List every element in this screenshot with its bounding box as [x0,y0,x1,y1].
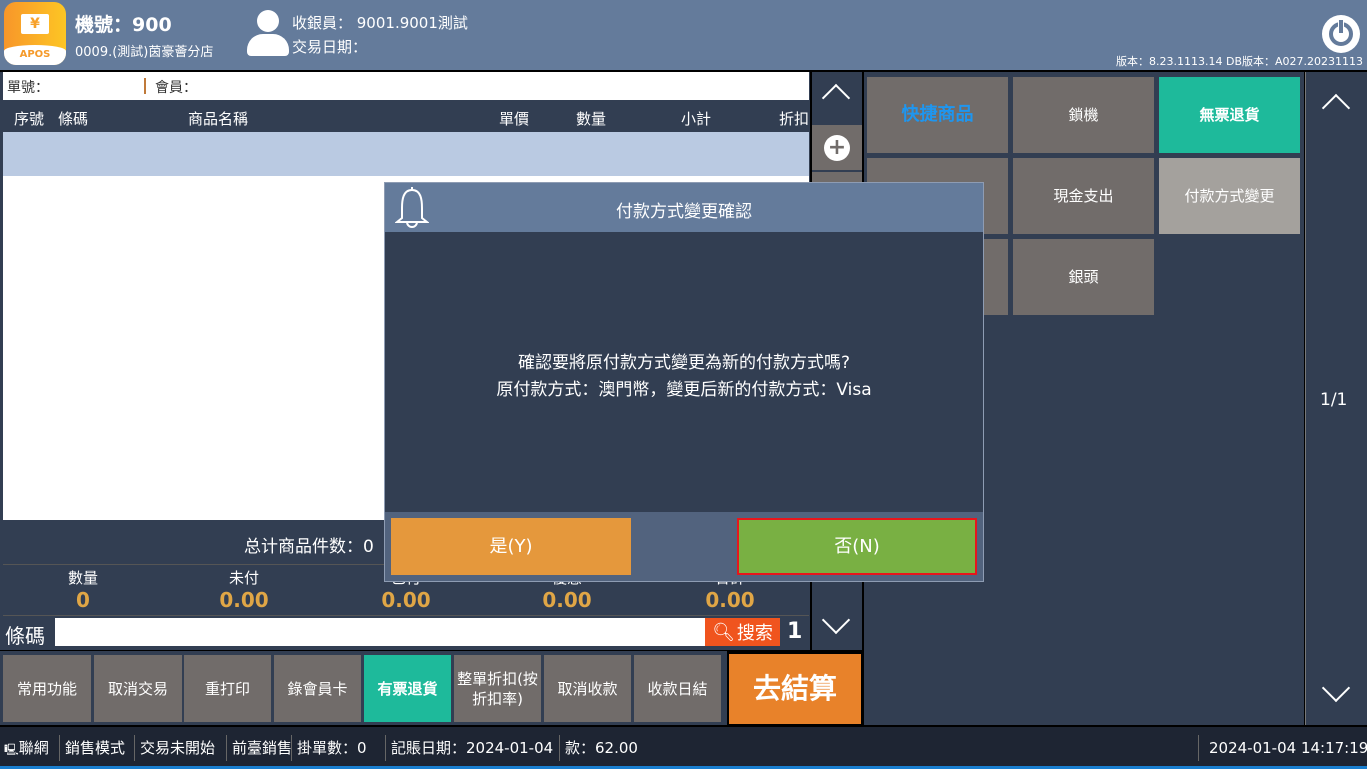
version-text: 版本：8.23.1113.14 DB版本：A027.20231113 [1116,55,1363,68]
discount-value: 0.00 [542,588,592,612]
unpaid-value: 0.00 [219,588,269,612]
table-row-selected[interactable] [3,132,809,176]
user-icon [245,10,289,56]
status-held-orders: 掛單數：0 [293,735,386,761]
checkout-button[interactable]: 去結算 [729,654,861,724]
page-scroll-column: 1/1 [1305,72,1367,725]
store-name: 0009.(測試)茵豪薈分店 [75,45,214,60]
status-book-date: 記賬日期：2024-01-04 [387,735,560,761]
scroll-up-icon[interactable] [821,83,851,113]
status-online-label: 聯網 [18,739,49,757]
apos-logo: ¥ APOS [4,2,66,65]
trans-date-label: 交易日期： [292,38,368,56]
col-barcode: 條碼 [58,110,89,128]
scroll-down-icon[interactable] [821,605,851,635]
status-front-sales: 前臺銷售 [228,735,292,761]
payment-change-tile[interactable]: 付款方式變更 [1159,158,1300,234]
page-indicator: 1/1 [1320,390,1348,410]
qty-value: 0 [76,588,90,612]
yes-button[interactable]: 是(Y) [391,518,631,575]
cash-drawer-tile[interactable]: 銀頭 [1013,239,1154,315]
power-button[interactable] [1322,15,1360,53]
status-bar: 🖳聯網 銷售模式 交易未開始 前臺銷售 掛單數：0 記賬日期：2024-01-0… [0,727,1367,769]
order-no-label: 單號： [7,80,49,96]
status-datetime: 2024-01-04 14:17:19 [1209,739,1367,757]
col-qty: 數量 [576,110,607,128]
member-card-button[interactable]: 錄會員卡 [274,655,361,722]
plus-icon[interactable]: + [824,135,850,161]
dialog-button-bar: 是(Y) 否(N) [385,512,983,581]
paid-value: 0.00 [381,588,431,612]
col-seq: 序號 [14,110,45,128]
total-value: 0.00 [705,588,755,612]
order-info-row: 單號： 會員： [3,72,809,100]
status-amount: 款：62.00 [561,735,1199,761]
status-online: 🖳聯網 [0,735,60,761]
barcode-input[interactable] [55,618,705,646]
status-mode: 銷售模式 [61,735,135,761]
dialog-title: 付款方式變更確認 [616,202,752,222]
receipt-return-button[interactable]: 有票退貨 [364,655,451,722]
dialog-message-2: 原付款方式：澳門幣，變更后新的付款方式：Visa [496,380,872,400]
reprint-button[interactable]: 重打印 [184,655,271,722]
lock-tile[interactable]: 鎖機 [1013,77,1154,153]
network-icon: 🖳 [4,743,19,756]
confirm-dialog: 付款方式變更確認 確認要將原付款方式變更為新的付款方式嗎? 原付款方式：澳門幣，… [384,182,984,582]
col-price: 單價 [499,110,530,128]
machine-number: 機號：900 [75,14,172,36]
dialog-message-1: 確認要將原付款方式變更為新的付款方式嗎? [517,353,851,373]
member-label: 會員： [155,80,197,96]
header-bar: ¥ APOS 機號：900 0009.(測試)茵豪薈分店 收銀員： 9001.90… [0,0,1367,70]
qty-multiplier: 1 [787,619,803,644]
col-discount: 折扣 [779,110,810,128]
cancel-transaction-button[interactable]: 取消交易 [94,655,182,722]
common-functions-button[interactable]: 常用功能 [3,655,91,722]
no-receipt-return-tile[interactable]: 無票退貨 [1159,77,1300,153]
page-down-icon[interactable] [1321,673,1351,703]
order-discount-button[interactable]: 整單折扣(按折扣率) [454,655,541,722]
page-up-icon[interactable] [1321,93,1351,123]
table-header: 序號 條碼 商品名稱 單價 數量 小計 折扣 [3,102,809,131]
status-transaction: 交易未開始 [136,735,227,761]
unpaid-label: 未付 [228,569,259,587]
dialog-title-bar: 付款方式變更確認 [385,183,983,232]
search-icon: 🔍︎ [712,621,735,643]
cashier-label: 收銀員： 9001.9001測試 [292,14,468,32]
cash-out-tile[interactable]: 現金支出 [1013,158,1154,234]
barcode-label: 條碼 [5,624,45,648]
search-label: 搜索 [736,623,773,644]
search-button[interactable]: 🔍︎ 搜索 [705,618,780,646]
total-items: 总计商品件数：0 [244,537,374,557]
qty-label: 數量 [67,569,98,587]
cancel-payment-button[interactable]: 取消收款 [544,655,631,722]
col-name: 商品名稱 [188,110,249,128]
daily-settlement-button[interactable]: 收款日結 [634,655,721,722]
no-button[interactable]: 否(N) [737,518,977,575]
yen-icon: ¥ [21,14,49,34]
quick-goods-tile[interactable]: 快捷商品 [867,77,1008,153]
col-subtotal: 小計 [681,110,712,128]
